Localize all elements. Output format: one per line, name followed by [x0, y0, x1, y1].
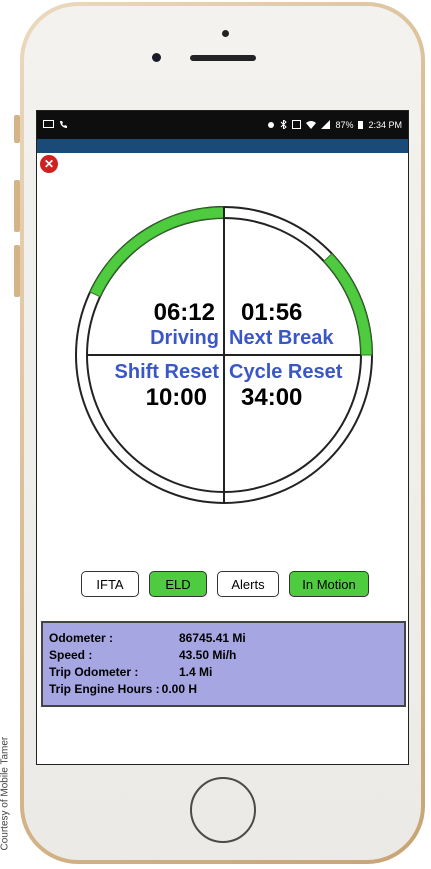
- odometer-label: Odometer :: [49, 630, 114, 645]
- speed-row: Speed : 43.50 Mi/h: [49, 646, 398, 663]
- volume-down-button: [14, 245, 20, 297]
- mute-switch: [14, 115, 20, 143]
- next-break-value: 01:56: [241, 299, 303, 326]
- eld-button[interactable]: ELD: [149, 571, 207, 597]
- app-screen: 87% 2:34 PM ✕ 06:12 Driving 01:56 Next B…: [36, 110, 409, 765]
- trip-engine-hours-value: 0.00 H: [161, 681, 198, 696]
- speed-label: Speed :: [49, 647, 93, 662]
- cycle-reset-label: Cycle Reset: [229, 361, 343, 383]
- driving-value: 06:12: [153, 299, 215, 326]
- ifta-button[interactable]: IFTA: [81, 571, 139, 597]
- shift-reset-value: 10:00: [145, 384, 207, 411]
- watermark: Courtesy of Mobile Tamer: [0, 736, 11, 851]
- odometer-row: Odometer : 86745.41 Mi: [49, 629, 398, 646]
- front-camera: [152, 53, 161, 62]
- front-sensor: [222, 30, 229, 37]
- next-break-label: Next Break: [229, 327, 334, 349]
- trip-odometer-label: Trip Odometer :: [49, 664, 139, 679]
- in-motion-button[interactable]: In Motion: [289, 571, 369, 597]
- speed-value: 43.50 Mi/h: [179, 647, 237, 662]
- shift-reset-timer: Shift Reset 10:00: [93, 361, 223, 412]
- home-button[interactable]: [190, 777, 256, 843]
- trip-engine-hours-label: Trip Engine Hours :: [49, 681, 160, 696]
- trip-engine-hours-row: Trip Engine Hours : 0.00 H: [49, 680, 398, 697]
- driving-timer: 06:12 Driving: [103, 299, 223, 350]
- volume-up-button: [14, 180, 20, 232]
- alerts-button[interactable]: Alerts: [217, 571, 279, 597]
- vehicle-info-panel: Odometer : 86745.41 Mi Speed : 43.50 Mi/…: [41, 621, 406, 707]
- trip-odometer-value: 1.4 Mi: [179, 664, 213, 679]
- shift-reset-label: Shift Reset: [114, 361, 219, 383]
- earpiece-speaker: [190, 55, 256, 61]
- cycle-reset-timer: Cycle Reset 34:00: [225, 361, 355, 412]
- next-break-timer: 01:56 Next Break: [225, 299, 355, 350]
- cycle-reset-value: 34:00: [241, 384, 303, 411]
- driving-label: Driving: [150, 327, 219, 349]
- mode-button-row: IFTA ELD Alerts In Motion: [81, 571, 369, 597]
- trip-odometer-row: Trip Odometer : 1.4 Mi: [49, 663, 398, 680]
- odometer-value: 86745.41 Mi: [179, 630, 246, 645]
